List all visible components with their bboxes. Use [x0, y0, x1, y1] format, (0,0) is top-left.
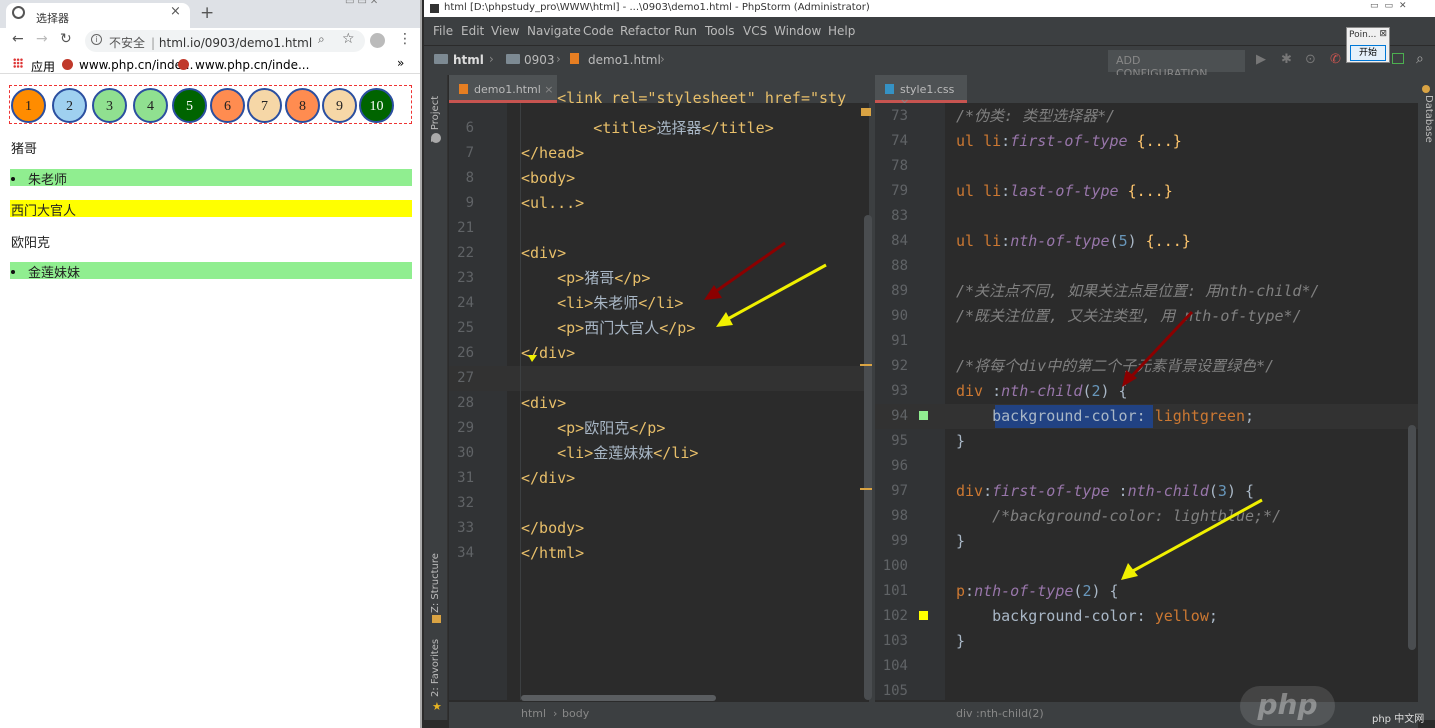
- yellow-arrow-css: [1130, 498, 1263, 574]
- red-arrow-html: [711, 241, 786, 296]
- red-arrow-css: [1128, 310, 1194, 380]
- fold-bulb-icon: [528, 355, 537, 362]
- annotation-arrows: [528, 241, 1263, 580]
- yellow-arrowhead: [1121, 563, 1138, 580]
- yellow-arrowhead: [716, 312, 733, 327]
